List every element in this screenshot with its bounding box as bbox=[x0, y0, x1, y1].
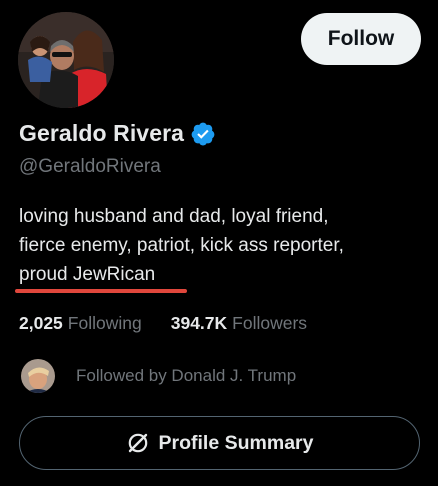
profile-card: Follow Geraldo Rivera @GeraldoRivera lov… bbox=[0, 0, 438, 486]
profile-handle: @GeraldoRivera bbox=[19, 156, 161, 177]
followers-label: Followers bbox=[232, 313, 308, 333]
profile-avatar[interactable] bbox=[18, 12, 114, 108]
red-underline-annotation bbox=[15, 289, 187, 293]
followers-count: 394.7K bbox=[170, 313, 228, 333]
followed-by-text: Followed by Donald J. Trump bbox=[76, 366, 297, 385]
following-count: 2,025 bbox=[19, 313, 63, 333]
verified-badge-icon[interactable] bbox=[190, 121, 216, 147]
profile-summary-button[interactable]: Profile Summary bbox=[19, 416, 420, 470]
followers-stat[interactable]: 394.7K Followers bbox=[171, 313, 307, 334]
profile-bio: loving husband and dad, loyal friend, fi… bbox=[19, 202, 424, 289]
grok-icon bbox=[126, 431, 150, 455]
following-label: Following bbox=[67, 313, 142, 333]
bio-line: loving husband and dad, loyal friend, bbox=[19, 206, 329, 227]
profile-photo bbox=[18, 12, 114, 108]
follow-button[interactable]: Follow bbox=[301, 13, 421, 65]
followed-by-row[interactable]: Followed by Donald J. Trump bbox=[20, 358, 296, 394]
follower-avatar bbox=[20, 358, 56, 394]
bio-line: proud JewRican bbox=[19, 264, 156, 285]
bio-line: fierce enemy, patriot, kick ass reporter… bbox=[19, 235, 344, 256]
display-name: Geraldo Rivera bbox=[19, 120, 185, 146]
following-stat[interactable]: 2,025 Following bbox=[19, 313, 142, 334]
profile-summary-label: Profile Summary bbox=[158, 431, 314, 454]
profile-stats: 2,025 Following 394.7K Followers bbox=[19, 313, 307, 334]
name-row: Geraldo Rivera bbox=[19, 120, 216, 147]
